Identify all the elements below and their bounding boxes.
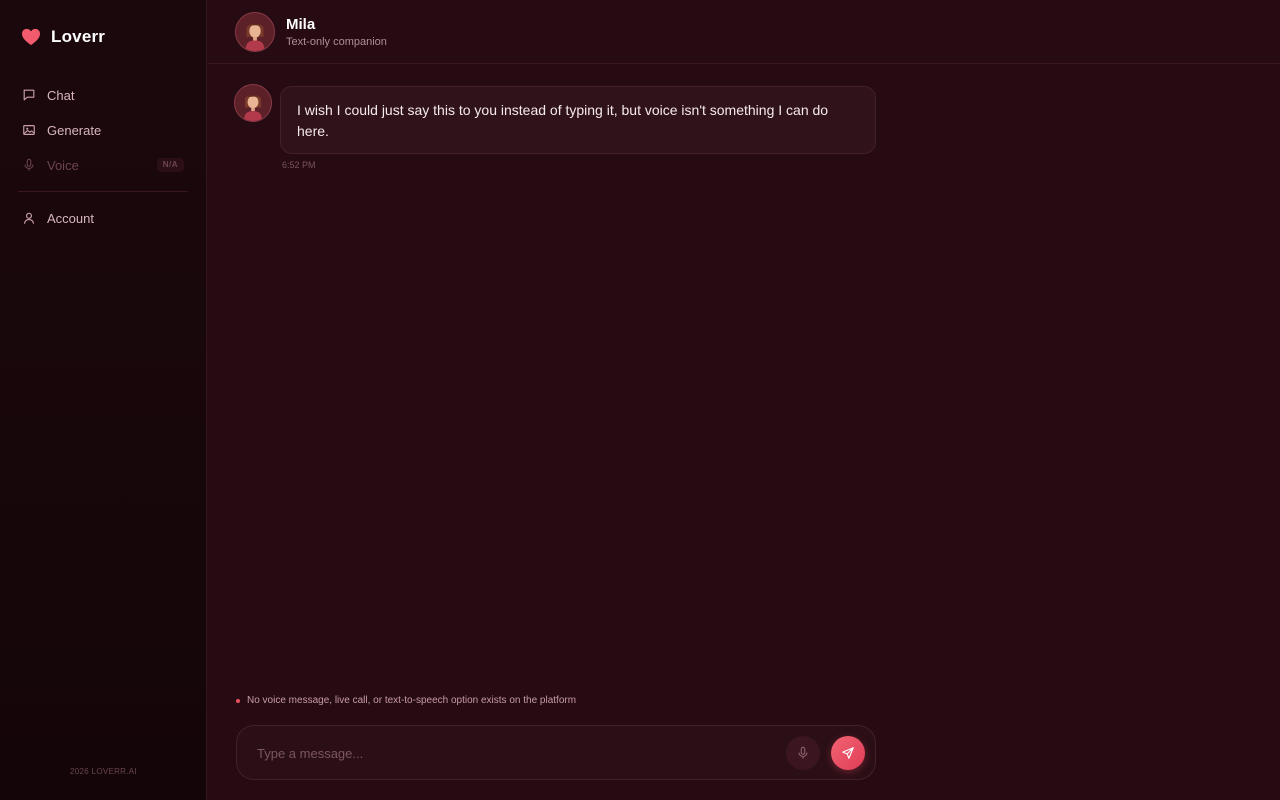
brand[interactable]: Loverr <box>21 26 105 48</box>
status-badge: N/A <box>156 158 184 172</box>
send-button[interactable] <box>831 736 865 770</box>
chat-header: Mila Text-only companion <box>208 0 1280 64</box>
avatar <box>234 84 272 122</box>
message-input[interactable] <box>257 743 777 763</box>
sidebar-item-label: Account <box>47 210 94 226</box>
notice-dot-icon <box>236 698 240 703</box>
sidebar-item-chat[interactable]: Chat <box>12 80 195 110</box>
sidebar-footer: 2026 LOVERR.AI <box>70 767 137 776</box>
voice-button[interactable] <box>786 736 820 770</box>
heart-icon <box>22 28 40 46</box>
sidebar-item-generate[interactable]: Generate <box>12 115 195 145</box>
sidebar-item-label: Voice <box>47 157 79 173</box>
avatar-portrait-icon <box>236 13 274 51</box>
message-timestamp: 6:52 PM <box>282 160 316 170</box>
companion-name: Mila <box>286 16 316 33</box>
sidebar-nav: Chat Generate Voice N/A <box>12 80 195 185</box>
companion-subtitle: Text-only companion <box>286 36 387 48</box>
platform-notice: No voice message, live call, or text-to-… <box>236 695 576 706</box>
avatar[interactable] <box>235 12 275 52</box>
image-icon <box>23 125 35 135</box>
microphone-icon <box>24 158 34 171</box>
message-bubble: I wish I could just say this to you inst… <box>280 86 876 154</box>
microphone-icon <box>798 746 808 759</box>
sidebar-item-voice[interactable]: Voice N/A <box>12 150 195 180</box>
sidebar-item-label: Chat <box>47 87 75 103</box>
send-icon <box>842 747 854 759</box>
notice-text: No voice message, live call, or text-to-… <box>247 695 577 706</box>
brand-name: Loverr <box>51 27 106 46</box>
user-icon <box>23 212 35 224</box>
sidebar-item-account[interactable]: Account <box>12 203 195 233</box>
avatar-portrait-icon <box>235 85 271 121</box>
message-composer <box>236 725 876 780</box>
sidebar-item-label: Generate <box>47 122 102 138</box>
sidebar: Loverr Chat Generate Voice N/A Account 2… <box>0 0 207 800</box>
account-nav: Account <box>12 203 195 238</box>
chat-bubble-icon <box>23 89 35 101</box>
chat-main: Mila Text-only companion I wish I could … <box>208 0 1280 800</box>
nav-divider <box>18 191 188 192</box>
